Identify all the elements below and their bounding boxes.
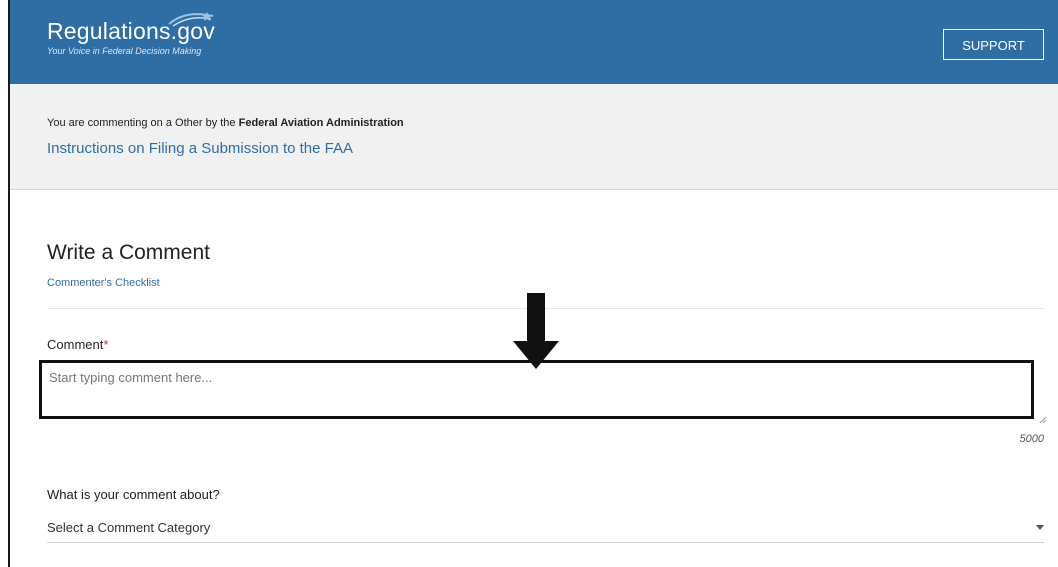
document-title-link[interactable]: Instructions on Filing a Submission to t… (47, 140, 353, 157)
down-arrow-icon (513, 293, 559, 369)
comment-label: Comment* (47, 337, 108, 352)
site-header: Regulations.gov Your Voice in Federal De… (10, 0, 1058, 84)
site-logo[interactable]: Regulations.gov Your Voice in Federal De… (47, 12, 215, 56)
commenting-on-text: You are commenting on a Other by the Fed… (47, 117, 404, 129)
comment-category-value: Select a Comment Category (47, 520, 211, 535)
commenters-checklist-link[interactable]: Commenter's Checklist (47, 277, 160, 289)
comment-placeholder: Start typing comment here... (49, 370, 213, 385)
resize-handle-icon[interactable] (1039, 416, 1047, 424)
agency-name: Federal Aviation Administration (238, 117, 404, 129)
comment-label-text: Comment (47, 337, 104, 352)
logo-tagline: Your Voice in Federal Decision Making (47, 46, 202, 56)
required-marker: * (103, 337, 109, 352)
character-counter: 5000 (1019, 433, 1044, 445)
logo-swoosh-icon (168, 12, 214, 27)
support-button[interactable]: SUPPORT (943, 29, 1044, 60)
chevron-down-icon (1036, 525, 1044, 530)
commenting-on-prefix: You are commenting on a Other by the (47, 117, 239, 129)
comment-about-label: What is your comment about? (47, 487, 220, 502)
page-frame: Regulations.gov Your Voice in Federal De… (8, 0, 1058, 567)
page-title: Write a Comment (47, 241, 210, 264)
document-banner: You are commenting on a Other by the Fed… (10, 84, 1058, 190)
comment-category-select[interactable]: Select a Comment Category (47, 513, 1044, 543)
